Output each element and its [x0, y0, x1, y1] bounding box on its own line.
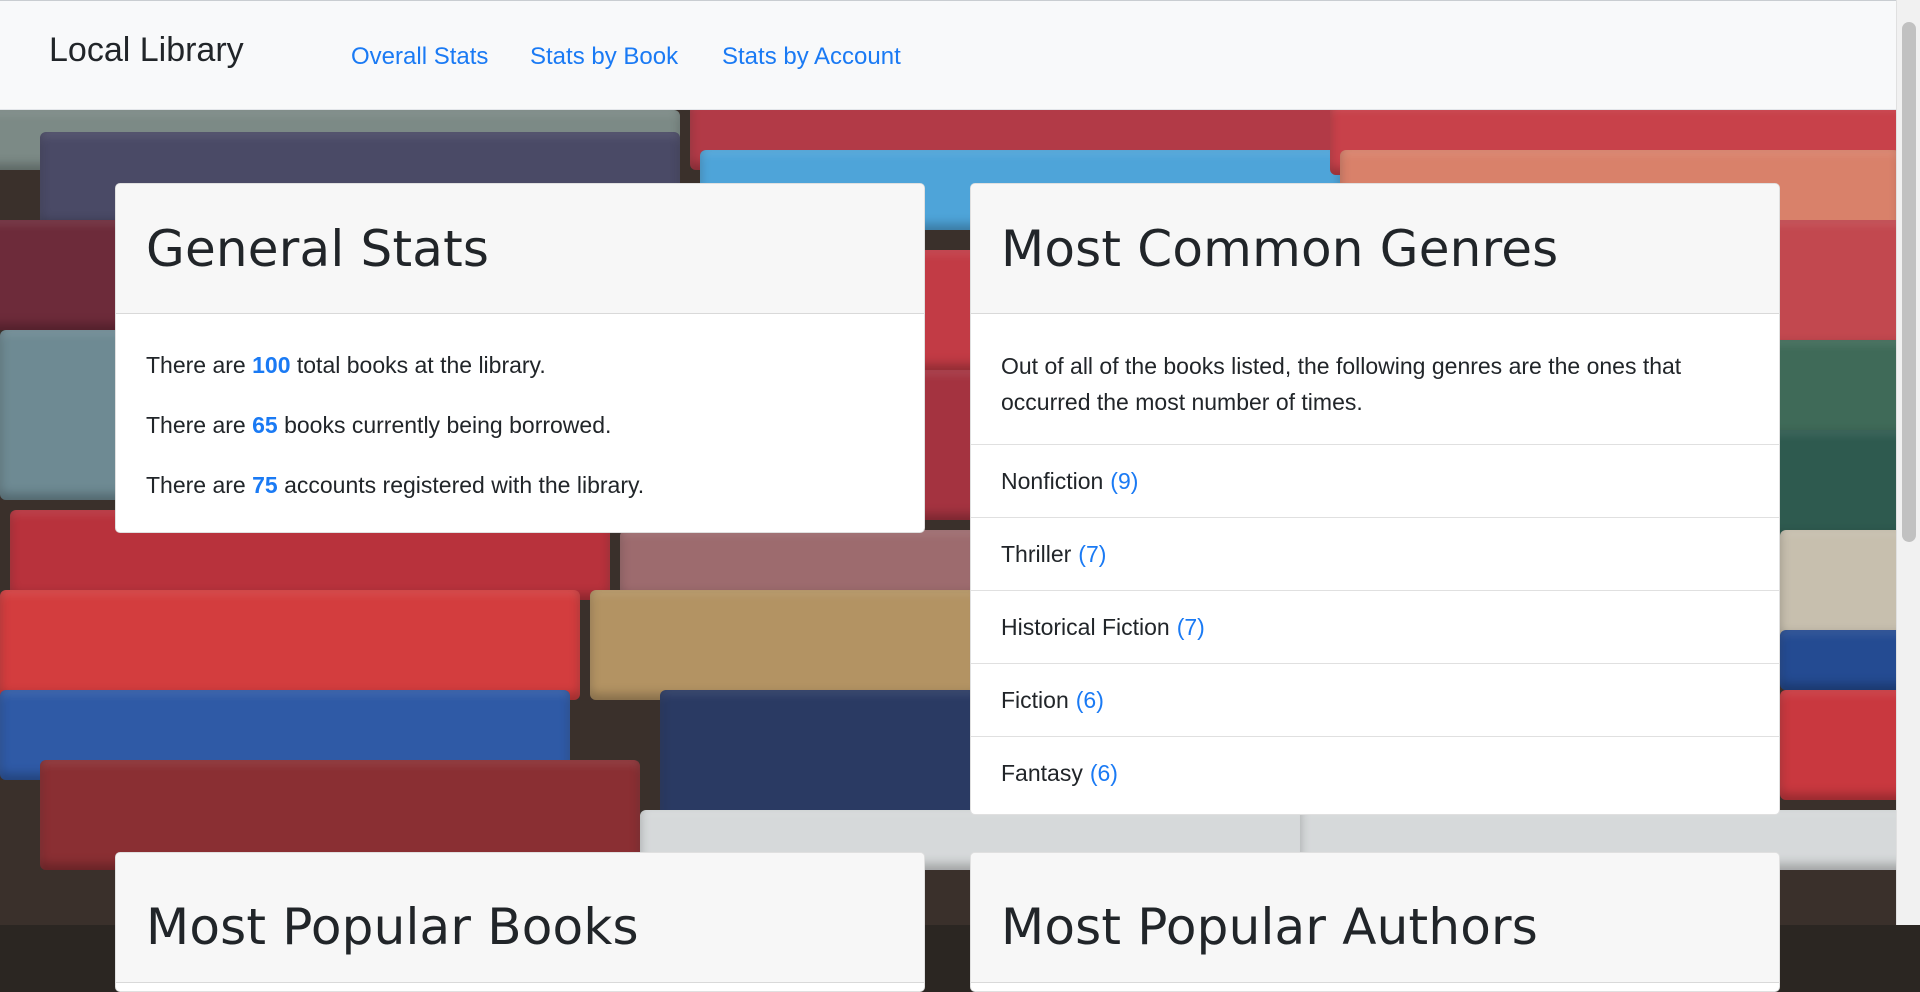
- common-genres-header: Most Common Genres: [971, 184, 1779, 314]
- borrowed-books-stat: There are 65 books currently being borro…: [146, 408, 894, 442]
- genre-list-item: Thriller (7): [971, 518, 1779, 591]
- stat-prefix: There are: [146, 352, 253, 378]
- total-books-stat: There are 100 total books at the library…: [146, 348, 894, 382]
- page-scrollbar[interactable]: [1896, 0, 1920, 925]
- general-stats-header: General Stats: [116, 184, 924, 314]
- borrowed-books-count: 65: [252, 412, 278, 438]
- popular-books-card: Most Popular Books: [115, 852, 925, 992]
- navbar: Local Library Overall Stats Stats by Boo…: [0, 0, 1896, 110]
- genre-count: (6): [1089, 760, 1118, 786]
- stat-prefix: There are: [146, 412, 253, 438]
- genre-list-item: Historical Fiction (7): [971, 591, 1779, 664]
- total-books-count: 100: [252, 352, 291, 378]
- stat-suffix: total books at the library.: [290, 352, 546, 378]
- genre-list-item: Nonfiction (9): [971, 445, 1779, 518]
- genre-count: (7): [1078, 540, 1107, 567]
- genre-list-item: Fantasy (6): [971, 737, 1779, 810]
- genre-name: Thriller: [1001, 540, 1072, 567]
- stat-prefix: There are: [146, 472, 253, 498]
- nav-overall-stats[interactable]: Overall Stats: [351, 43, 488, 71]
- genre-count: (6): [1075, 686, 1104, 713]
- popular-authors-card: Most Popular Authors: [970, 852, 1780, 992]
- genre-name: Historical Fiction: [1001, 613, 1170, 640]
- genre-name: Fantasy: [1001, 760, 1083, 786]
- genre-name: Fiction: [1001, 686, 1069, 713]
- common-genres-title: Most Common Genres: [1001, 219, 1559, 278]
- general-stats-card: General Stats There are 100 total books …: [115, 183, 925, 533]
- common-genres-intro: Out of all of the books listed, the foll…: [971, 314, 1779, 445]
- general-stats-title: General Stats: [146, 219, 490, 278]
- nav-stats-by-account[interactable]: Stats by Account: [722, 43, 901, 71]
- popular-books-header: Most Popular Books: [116, 853, 924, 983]
- accounts-stat: There are 75 accounts registered with th…: [146, 468, 894, 502]
- genre-count: (9): [1110, 467, 1139, 494]
- genre-list-item: Fiction (6): [971, 664, 1779, 737]
- scrollbar-thumb[interactable]: [1902, 22, 1916, 542]
- stat-suffix: accounts registered with the library.: [277, 472, 645, 498]
- brand-link[interactable]: Local Library: [49, 31, 244, 70]
- popular-books-title: Most Popular Books: [146, 898, 639, 956]
- stat-suffix: books currently being borrowed.: [277, 412, 612, 438]
- genre-count: (7): [1176, 613, 1205, 640]
- accounts-count: 75: [252, 472, 278, 498]
- general-stats-body: There are 100 total books at the library…: [116, 314, 924, 532]
- common-genres-card: Most Common Genres Out of all of the boo…: [970, 183, 1780, 815]
- genre-name: Nonfiction: [1001, 467, 1104, 494]
- popular-authors-title: Most Popular Authors: [1001, 898, 1539, 956]
- nav-stats-by-book[interactable]: Stats by Book: [530, 43, 678, 71]
- popular-authors-header: Most Popular Authors: [971, 853, 1779, 983]
